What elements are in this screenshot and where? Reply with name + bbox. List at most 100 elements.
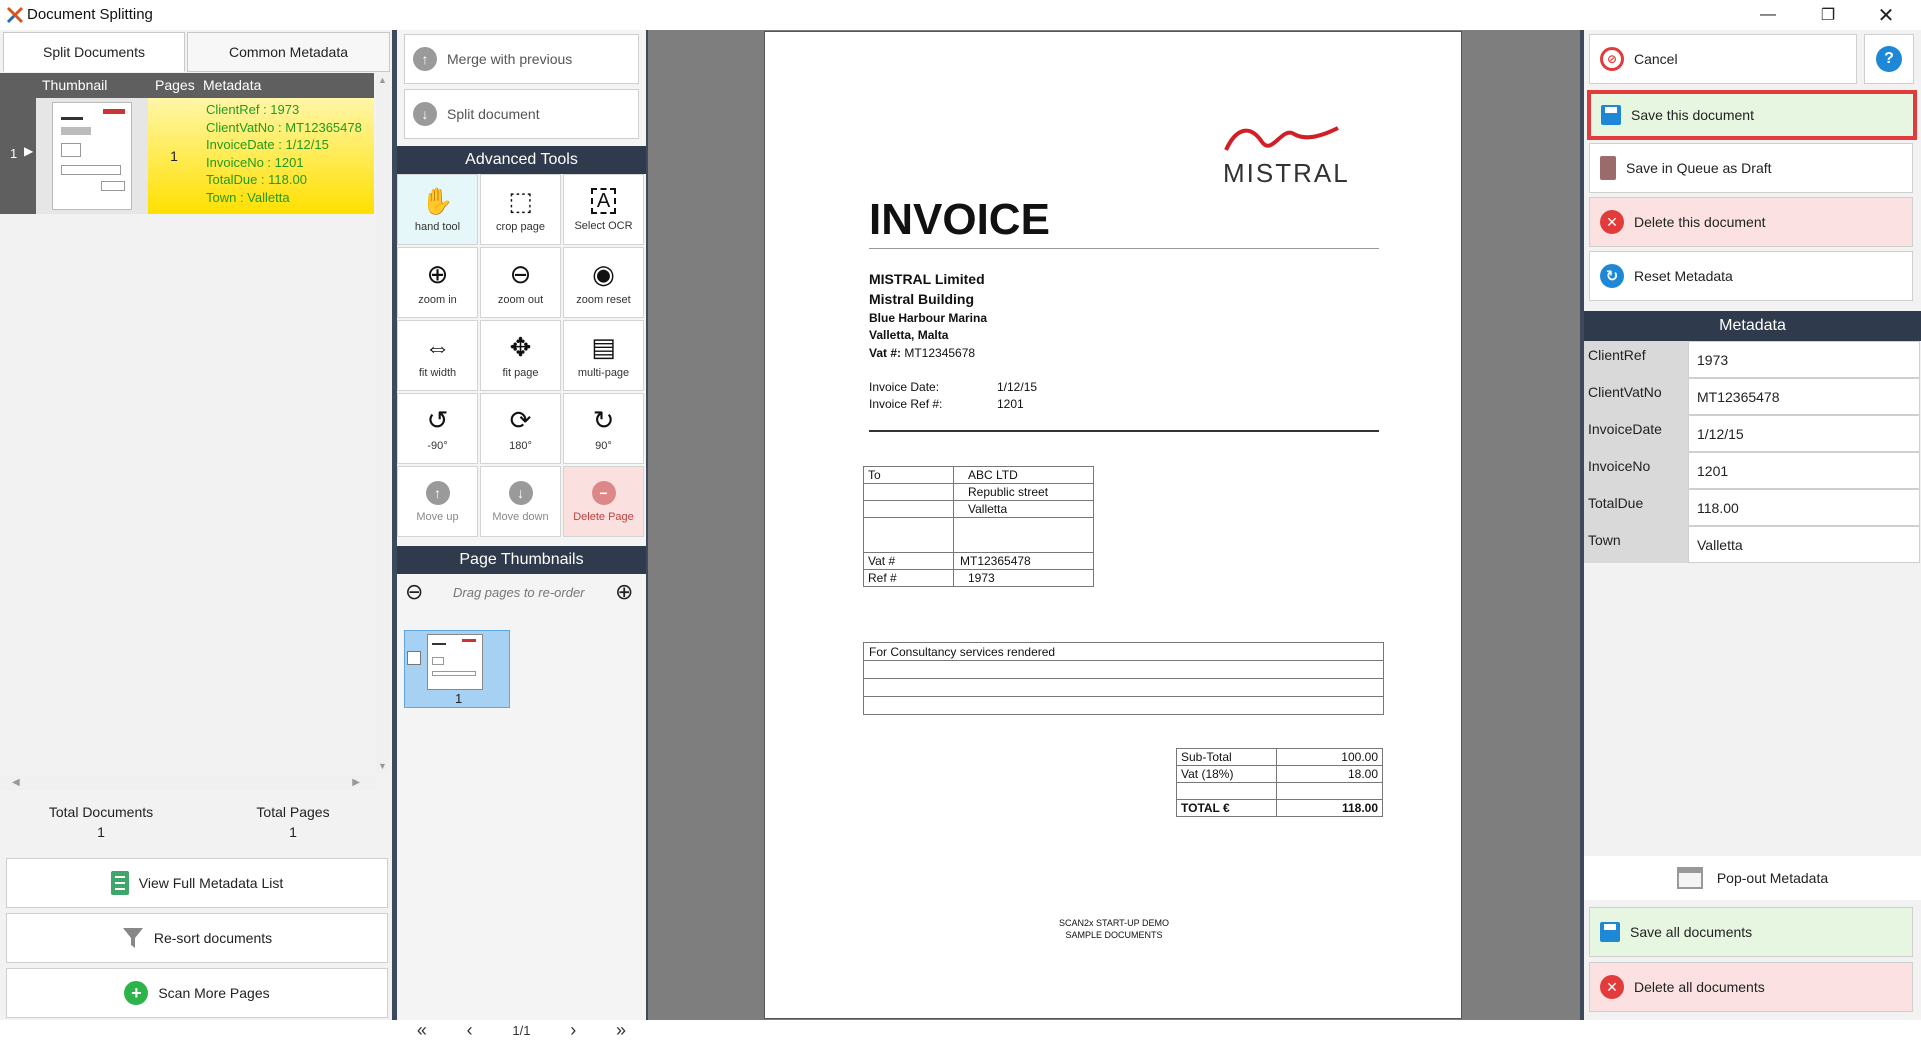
document-thumbnail-image [52, 102, 132, 210]
restore-button[interactable]: ❐ [1805, 0, 1851, 30]
move-up-button[interactable]: ↑ Move up [397, 466, 478, 537]
vat-label: Vat #: [869, 346, 902, 360]
metadata-row: ClientVatNo MT12365478 [1584, 378, 1921, 415]
row-pages[interactable]: 1 [148, 98, 200, 214]
resort-documents-button[interactable]: Re-sort documents [6, 913, 388, 963]
save-icon [1601, 105, 1621, 125]
tab-split-documents[interactable]: Split Documents [3, 32, 185, 72]
save-all-documents-button[interactable]: Save all documents [1589, 907, 1913, 957]
metadata-field-invoicedate[interactable]: 1/12/15 [1688, 415, 1920, 452]
rotate-left-icon: ↺ [426, 404, 449, 435]
zoom-out-button[interactable]: ⊖ zoom out [480, 247, 561, 318]
ocr-select-icon: A [590, 187, 617, 214]
metadata-field-clientref[interactable]: 1973 [1688, 341, 1920, 378]
metadata-header: Metadata [1584, 311, 1921, 341]
hand-tool-button[interactable]: ✋ hand tool [397, 174, 478, 245]
scan-more-pages-button[interactable]: + Scan More Pages [6, 968, 388, 1018]
zoom-reset-button[interactable]: ◉ zoom reset [563, 247, 644, 318]
split-document-button[interactable]: ↓ Split document [404, 89, 639, 139]
last-page-icon[interactable]: » [616, 1020, 626, 1041]
document-viewer[interactable]: MISTRAL INVOICE MISTRAL Limited Mistral … [648, 30, 1580, 1020]
crop-page-button[interactable]: ⬚ crop page [480, 174, 561, 245]
grid-vertical-scrollbar[interactable]: ▲ ▼ [376, 73, 390, 773]
metadata-field-invoiceno[interactable]: 1201 [1688, 452, 1920, 489]
cancel-button[interactable]: ⊘ Cancel [1589, 34, 1857, 84]
left-panel: Split Documents Common Metadata Thumbnai… [0, 30, 392, 1020]
rotate-minus-90-button[interactable]: ↺ -90° [397, 393, 478, 464]
grid-horizontal-scrollbar[interactable]: ◀ ▶ [0, 776, 376, 790]
scroll-left-icon[interactable]: ◀ [12, 777, 20, 788]
metadata-label-invoicedate: InvoiceDate [1584, 415, 1688, 452]
cancel-icon: ⊘ [1600, 47, 1624, 71]
tab-common-metadata[interactable]: Common Metadata [187, 32, 390, 72]
merge-with-previous-button[interactable]: ↑ Merge with previous [404, 34, 639, 84]
delete-all-documents-button[interactable]: ✕ Delete all documents [1589, 962, 1913, 1012]
zoom-in-icon: ⊕ [426, 258, 449, 289]
heading-rule [869, 248, 1379, 249]
delete-this-document-button[interactable]: ✕ Delete this document [1589, 197, 1913, 247]
multi-page-icon: ▤ [591, 331, 616, 362]
filter-icon [122, 928, 143, 948]
zoom-in-button[interactable]: ⊕ zoom in [397, 247, 478, 318]
mistral-logo-icon [1224, 126, 1339, 151]
fit-width-button[interactable]: ⇔ fit width [397, 320, 478, 391]
footer-line-2: SAMPLE DOCUMENTS [1065, 930, 1163, 940]
row-metadata[interactable]: ClientRef : 1973 ClientVatNo : MT1236547… [200, 98, 374, 214]
document-row[interactable]: 1 ▶ 1 ClientRef : 1973 ClientVatNo : MT1… [0, 98, 374, 214]
services-table: For Consultancy services rendered [863, 642, 1384, 715]
row-thumbnail[interactable] [36, 98, 148, 214]
page-thumbnail-number: 1 [455, 691, 463, 706]
page-checkbox[interactable] [407, 651, 421, 665]
delete-page-button[interactable]: − Delete Page [563, 466, 644, 537]
col-pages[interactable]: Pages [155, 77, 195, 93]
move-down-button[interactable]: ↓ Move down [480, 466, 561, 537]
page-indicator: 1/1 [512, 1022, 531, 1038]
multi-page-button[interactable]: ▤ multi-page [563, 320, 644, 391]
save-in-queue-button[interactable]: Save in Queue as Draft [1589, 143, 1913, 193]
scroll-right-icon[interactable]: ▶ [352, 777, 360, 788]
total-documents-label: Total Documents [48, 804, 154, 820]
metadata-label-clientref: ClientRef [1584, 341, 1688, 378]
col-metadata[interactable]: Metadata [203, 77, 261, 93]
view-full-metadata-button[interactable]: View Full Metadata List [6, 858, 388, 908]
save-this-document-button[interactable]: Save this document [1587, 90, 1917, 140]
rotate-180-button[interactable]: ⟳ 180° [480, 393, 561, 464]
totals-table: Sub-Total 100.00 Vat (18%) 18.00 TOTAL €11… [1176, 748, 1383, 817]
fit-page-icon: ✥ [509, 331, 532, 362]
col-thumbnail[interactable]: Thumbnail [42, 77, 107, 93]
metadata-field-totaldue[interactable]: 118.00 [1688, 489, 1920, 526]
scroll-down-icon[interactable]: ▼ [378, 761, 387, 771]
help-button[interactable]: ? [1864, 34, 1914, 84]
rotate-right-icon: ↻ [592, 404, 615, 435]
popout-metadata-button[interactable]: Pop-out Metadata [1584, 856, 1921, 900]
crop-icon: ⬚ [508, 185, 533, 216]
reset-metadata-button[interactable]: ↻ Reset Metadata [1589, 251, 1913, 301]
close-window-button[interactable]: ✕ [1863, 0, 1909, 30]
invoice-heading: INVOICE [869, 195, 1050, 244]
row-arrow-icon: ▶ [24, 144, 34, 158]
invoice-page: MISTRAL INVOICE MISTRAL Limited Mistral … [764, 31, 1462, 1019]
rotate-180-icon: ⟳ [509, 404, 532, 435]
prev-page-icon[interactable]: ‹ [467, 1020, 473, 1041]
scroll-up-icon[interactable]: ▲ [378, 75, 387, 85]
page-thumbnail[interactable]: 1 [404, 630, 510, 708]
metadata-row: InvoiceNo 1201 [1584, 452, 1921, 489]
app-logo-icon [6, 6, 24, 24]
next-page-icon[interactable]: › [570, 1020, 576, 1041]
fit-page-button[interactable]: ✥ fit page [480, 320, 561, 391]
rotate-90-button[interactable]: ↻ 90° [563, 393, 644, 464]
thumb-zoom-in-icon[interactable]: ⊕ [615, 579, 633, 605]
total-pages-value: 1 [289, 824, 297, 840]
tools-panel: ↑ Merge with previous ↓ Split document A… [397, 30, 646, 1040]
first-page-icon[interactable]: « [417, 1020, 427, 1041]
metadata-field-clientvatno[interactable]: MT12365478 [1688, 378, 1920, 415]
minimize-button[interactable]: — [1745, 0, 1791, 30]
advanced-tools-header: Advanced Tools [397, 146, 646, 174]
row-selector[interactable]: 1 ▶ [0, 98, 36, 214]
select-ocr-button[interactable]: A Select OCR [563, 174, 644, 245]
bookmark-icon [1600, 156, 1616, 180]
thumb-zoom-out-icon[interactable]: ⊖ [405, 579, 423, 605]
vat-value: MT12345678 [904, 346, 976, 360]
company-line-1: MISTRAL Limited [869, 271, 985, 287]
metadata-field-town[interactable]: Valletta [1688, 526, 1920, 563]
